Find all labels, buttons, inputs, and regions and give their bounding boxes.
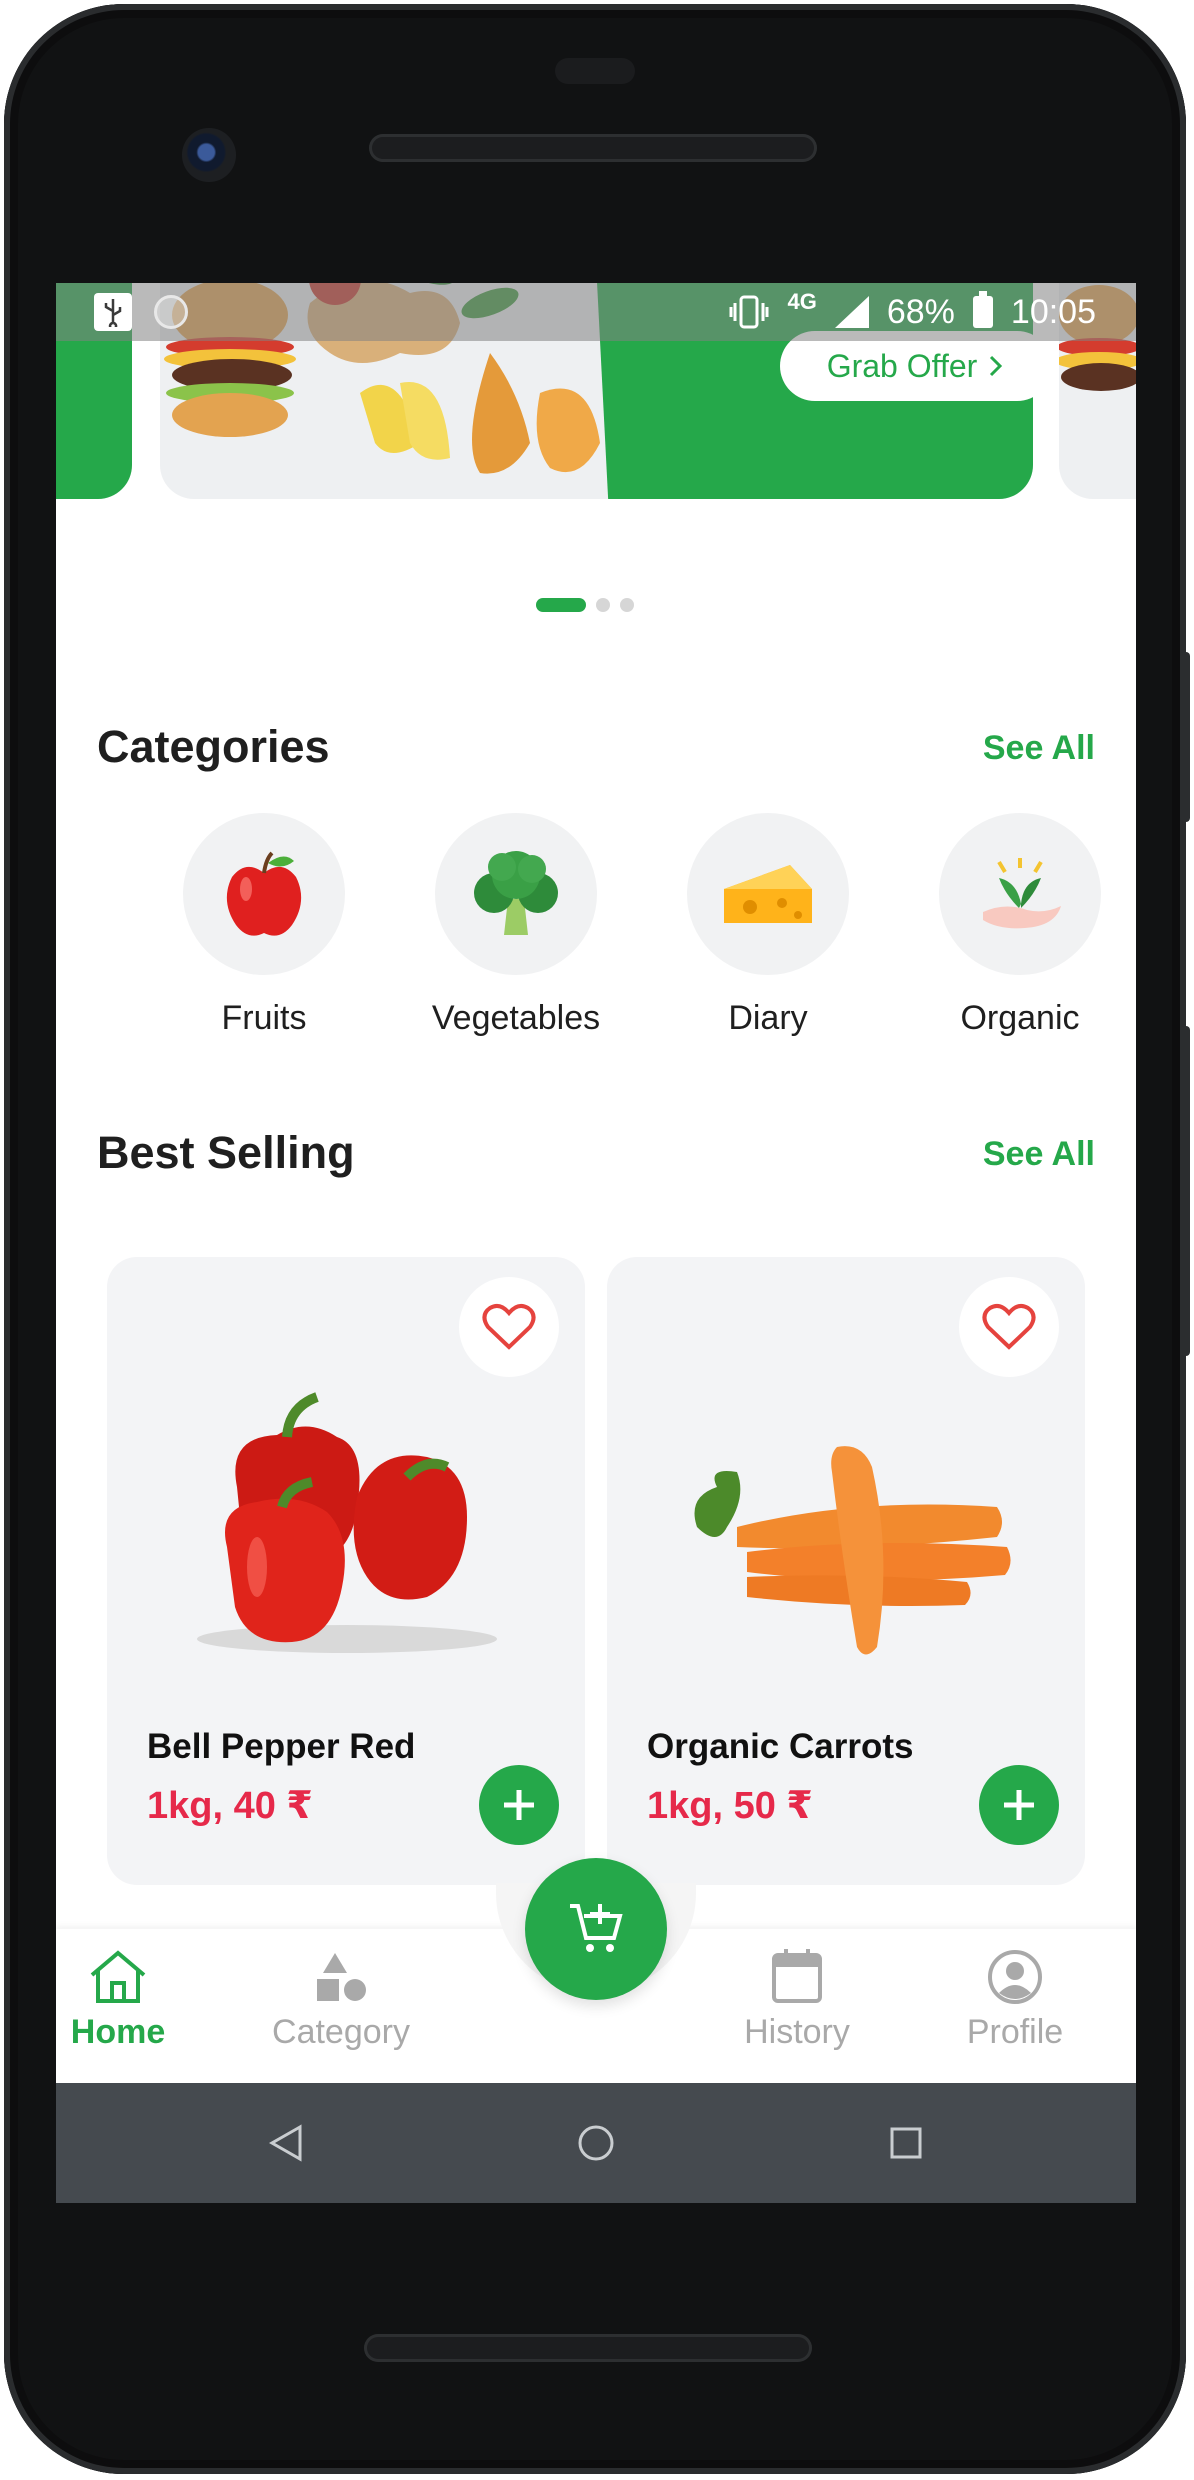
category-diary[interactable]: Diary [643,813,893,1038]
power-button [1180,652,1190,822]
nav-category[interactable]: Category [256,1943,426,2052]
best-selling-title: Best Selling [97,1127,355,1178]
vibrate-icon [729,295,769,329]
nav-home[interactable]: Home [56,1943,203,2052]
favorite-button[interactable] [959,1277,1059,1377]
cheese-icon [724,865,812,923]
clock: 10:05 [1010,292,1096,331]
home-circle-icon [578,2125,614,2161]
app-screen: 4G 68% 10:05 Grab Offer Categories See A… [56,283,1136,2203]
carrots-image [694,1446,1011,1655]
favorite-button[interactable] [459,1277,559,1377]
back-button[interactable] [266,2123,306,2163]
grab-offer-label: Grab Offer [826,347,978,384]
profile-icon [988,1950,1042,2004]
carousel-indicator [536,598,634,612]
carousel-dot-active[interactable] [536,598,586,612]
home-system-button[interactable] [576,2123,616,2163]
cart-fab-button[interactable] [525,1858,667,2000]
nav-label: Profile [966,2013,1064,2051]
home-icon [90,1950,146,2003]
sync-icon [154,295,188,329]
phone-frame: 4G 68% 10:05 Grab Offer Categories See A… [4,4,1190,2474]
usb-icon [94,293,132,331]
network-type: 4G [787,289,817,314]
heart-icon [982,1303,1036,1350]
add-to-cart-button[interactable] [479,1765,559,1845]
system-navigation-bar [56,2083,1136,2203]
categories-title: Categories [97,721,330,772]
back-triangle-icon [268,2124,302,2162]
plus-icon [1004,1790,1034,1820]
product-card[interactable]: Organic Carrots 1kg, 50 ₹ [607,1257,1085,1885]
category-label: Vegetables [431,999,601,1037]
carousel-dot[interactable] [620,598,634,612]
product-card[interactable]: Bell Pepper Red 1kg, 40 ₹ [107,1257,585,1885]
nav-label: Home [70,2013,166,2051]
best-selling-see-all-link[interactable]: See All [983,1135,1095,1174]
product-name: Organic Carrots [647,1727,914,1766]
category-label: Diary [728,999,808,1037]
signal-icon [834,296,869,328]
categories-see-all-link[interactable]: See All [983,729,1095,768]
add-to-cart-button[interactable] [979,1765,1059,1845]
product-price: 1kg, 50 ₹ [647,1785,813,1827]
category-fruits[interactable]: Fruits [139,813,389,1038]
bell-pepper-image [197,1392,497,1653]
category-label: Fruits [221,999,307,1037]
battery-percent: 68% [886,292,955,331]
add-to-cart-icon [570,1904,623,1952]
heart-icon [482,1303,536,1350]
category-icon-circle [687,813,849,975]
category-icon-circle [939,813,1101,975]
calendar-icon [772,1949,822,2003]
nav-history[interactable]: History [712,1943,882,2052]
chevron-right-icon [990,355,1003,377]
battery-icon [972,291,993,328]
volume-button [1180,1026,1190,1356]
grab-offer-button[interactable]: Grab Offer [780,331,1033,401]
top-sensor [555,58,635,84]
category-shapes-icon [317,1953,366,2001]
plus-icon [504,1790,534,1820]
carousel-dot[interactable] [596,598,610,612]
nav-label: Category [272,2013,410,2051]
bottom-speaker [364,2334,812,2362]
apple-icon [226,851,302,936]
organic-leaf-icon [983,858,1061,929]
category-icon-circle [435,813,597,975]
category-label: Organic [960,999,1080,1037]
earpiece-speaker [369,134,817,162]
product-price: 1kg, 40 ₹ [147,1785,313,1827]
status-bar: 4G 68% 10:05 [56,283,1136,341]
category-icon-circle [183,813,345,975]
front-camera [182,128,236,182]
product-name: Bell Pepper Red [147,1727,416,1766]
broccoli-icon [474,851,558,935]
recents-button[interactable] [886,2123,926,2163]
category-vegetables[interactable]: Vegetables [391,813,641,1038]
nav-profile[interactable]: Profile [930,1943,1100,2052]
category-organic[interactable]: Organic [895,813,1136,1038]
nav-label: History [744,2013,850,2051]
recents-square-icon [890,2127,922,2159]
